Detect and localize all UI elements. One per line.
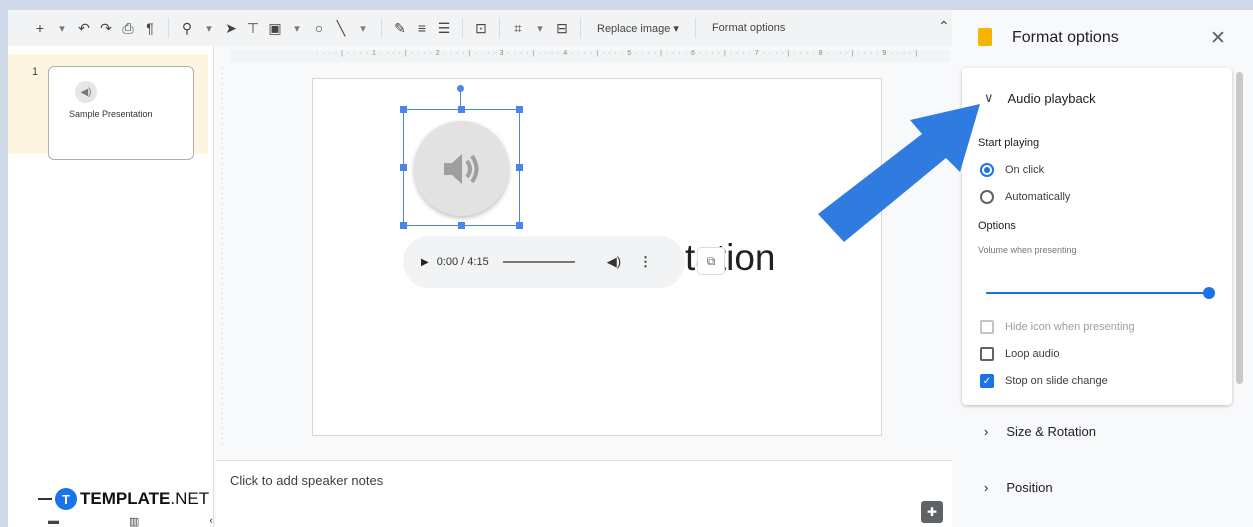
- line-icon[interactable]: ╲: [333, 17, 349, 39]
- collapse-toolbar-icon[interactable]: ⌃: [938, 18, 950, 35]
- watermark-dash: [38, 498, 52, 500]
- panel-title: Format options: [1012, 29, 1119, 46]
- border-dash-icon[interactable]: ☰: [436, 17, 452, 39]
- audio-playback-header[interactable]: ∨ Audio playback: [984, 90, 1096, 106]
- slide-thumbnail-selected[interactable]: 1 ◀) Sample Presentation: [8, 54, 208, 160]
- audio-thumbnail-icon: ◀): [75, 81, 97, 103]
- position-section[interactable]: › Position: [984, 480, 1053, 495]
- replace-image-label: Replace image: [597, 22, 671, 35]
- filmstrip-view-controls: ▬ ▥ ‹: [48, 515, 213, 527]
- panel-scrollbar[interactable]: [1236, 72, 1243, 384]
- hide-icon-checkbox[interactable]: [980, 320, 994, 334]
- stop-on-slide-change-checkbox[interactable]: ✓: [980, 374, 994, 388]
- volume-label: Volume when presenting: [978, 245, 1077, 255]
- audio-playback-heading: Audio playback: [1007, 90, 1096, 106]
- resize-handle-tl[interactable]: [400, 106, 407, 113]
- resize-handle-b[interactable]: [458, 222, 465, 229]
- crop-dropdown-icon[interactable]: ▾: [532, 17, 548, 39]
- template-logo-icon: T: [55, 488, 77, 510]
- paint-format-icon[interactable]: ¶: [142, 17, 158, 39]
- hide-icon-label[interactable]: Hide icon when presenting: [1005, 321, 1135, 333]
- more-options-icon[interactable]: ⋮: [639, 254, 652, 270]
- pen-icon[interactable]: ✎: [392, 17, 408, 39]
- resize-handle-br[interactable]: [516, 222, 523, 229]
- loop-audio-checkbox[interactable]: [980, 347, 994, 361]
- slide-thumbnail-label: Sample Presentation: [69, 109, 153, 119]
- image-icon[interactable]: ▣: [267, 17, 283, 39]
- slide-canvas[interactable]: tation ▶ 0:00 / 4:15 ◀) ⋮ ⧉: [312, 78, 882, 436]
- redo-icon[interactable]: ↷: [98, 17, 114, 39]
- grid-view-icon[interactable]: ▬: [48, 515, 59, 527]
- format-options-icon: [978, 28, 992, 46]
- replace-image-button[interactable]: Replace image ▾: [591, 22, 685, 35]
- format-options-panel: Format options ✕ ∨ Audio playback Start …: [952, 10, 1253, 527]
- dropdown-icon[interactable]: ▾: [54, 17, 70, 39]
- speaker-notes[interactable]: Click to add speaker notes ✚: [216, 460, 961, 527]
- template-net-watermark: T TEMPLATE.NET: [38, 488, 209, 510]
- close-icon[interactable]: ✕: [1210, 27, 1226, 50]
- shape-icon[interactable]: ○: [311, 17, 327, 39]
- mask-icon[interactable]: ⊟: [554, 17, 570, 39]
- resize-handle-tr[interactable]: [516, 106, 523, 113]
- zoom-dropdown-icon[interactable]: ▾: [201, 17, 217, 39]
- toolbar-divider: [694, 18, 696, 38]
- plus-icon[interactable]: +: [32, 17, 48, 39]
- toolbar-divider: [381, 18, 382, 38]
- slide-thumbnail[interactable]: ◀) Sample Presentation: [48, 66, 194, 160]
- toolbar-divider: [499, 18, 500, 38]
- chevron-right-icon: ›: [984, 424, 989, 439]
- vertical-ruler: [221, 68, 223, 448]
- crop-icon[interactable]: ⌗: [510, 17, 526, 39]
- image-dropdown-icon[interactable]: ▾: [289, 17, 305, 39]
- automatically-label[interactable]: Automatically: [1005, 191, 1070, 203]
- toolbar: + ▾ ↶ ↷ ⎙ ¶ ⚲ ▾ ➤ ⊤ ▣ ▾ ○ ╲ ▾ ✎ ≡ ☰ ⊡ ⌗ …: [8, 10, 958, 46]
- border-weight-icon[interactable]: ≡: [414, 17, 430, 39]
- line-dropdown-icon[interactable]: ▾: [355, 17, 371, 39]
- size-rotation-label: Size & Rotation: [1006, 424, 1096, 439]
- rotation-handle[interactable]: [457, 85, 464, 92]
- format-options-button[interactable]: Format options: [706, 22, 791, 34]
- toolbar-divider: [462, 18, 463, 38]
- speaker-notes-placeholder[interactable]: Click to add speaker notes: [230, 473, 383, 488]
- watermark-brand-suffix: .NET: [170, 489, 210, 508]
- resize-handle-r[interactable]: [516, 164, 523, 171]
- undo-icon[interactable]: ↶: [76, 17, 92, 39]
- toolbar-divider: [168, 18, 169, 38]
- filmstrip-view-icon[interactable]: ▥: [129, 515, 139, 527]
- player-time: 0:00 / 4:15: [436, 256, 489, 268]
- select-icon[interactable]: ➤: [223, 17, 239, 39]
- open-link-icon[interactable]: ⧉: [697, 247, 725, 275]
- explore-icon[interactable]: ✚: [921, 501, 943, 523]
- loop-audio-label[interactable]: Loop audio: [1005, 348, 1059, 360]
- play-icon[interactable]: ▶: [421, 257, 429, 268]
- player-progress-track[interactable]: [502, 261, 575, 263]
- toolbar-divider: [580, 18, 581, 38]
- stop-on-slide-change-label[interactable]: Stop on slide change: [1005, 375, 1108, 387]
- annotation-arrow: [818, 104, 980, 242]
- resize-handle-l[interactable]: [400, 164, 407, 171]
- volume-slider-knob[interactable]: [1203, 287, 1215, 299]
- watermark-brand-name: TEMPLATE: [80, 489, 171, 508]
- resize-handle-bl[interactable]: [400, 222, 407, 229]
- textbox-icon[interactable]: ⊤: [245, 17, 261, 39]
- resize-handle-t[interactable]: [458, 106, 465, 113]
- volume-icon[interactable]: ◀): [607, 254, 621, 270]
- size-rotation-section[interactable]: › Size & Rotation: [984, 424, 1096, 439]
- filmstrip: 1 ◀) Sample Presentation: [8, 46, 214, 527]
- audio-speaker-icon[interactable]: [414, 121, 509, 216]
- horizontal-ruler: · · · · | · · · · 1 · · · · | · · · · 2 …: [230, 50, 950, 62]
- on-click-label[interactable]: On click: [1005, 164, 1044, 176]
- slide-number: 1: [32, 66, 39, 78]
- panel-header: Format options ✕: [952, 10, 1253, 68]
- alt-text-icon[interactable]: ⊡: [473, 17, 489, 39]
- watermark-brand: TEMPLATE.NET: [80, 489, 209, 509]
- print-icon[interactable]: ⎙: [120, 17, 136, 39]
- collapse-filmstrip-icon[interactable]: ‹: [209, 515, 213, 527]
- chevron-right-icon: ›: [984, 480, 989, 495]
- volume-slider-track[interactable]: [986, 292, 1208, 294]
- position-label: Position: [1006, 480, 1053, 495]
- zoom-icon[interactable]: ⚲: [179, 17, 195, 39]
- audio-player: ▶ 0:00 / 4:15 ◀) ⋮: [403, 236, 685, 288]
- audio-playback-section: ∨ Audio playback Start playing On click …: [962, 68, 1232, 405]
